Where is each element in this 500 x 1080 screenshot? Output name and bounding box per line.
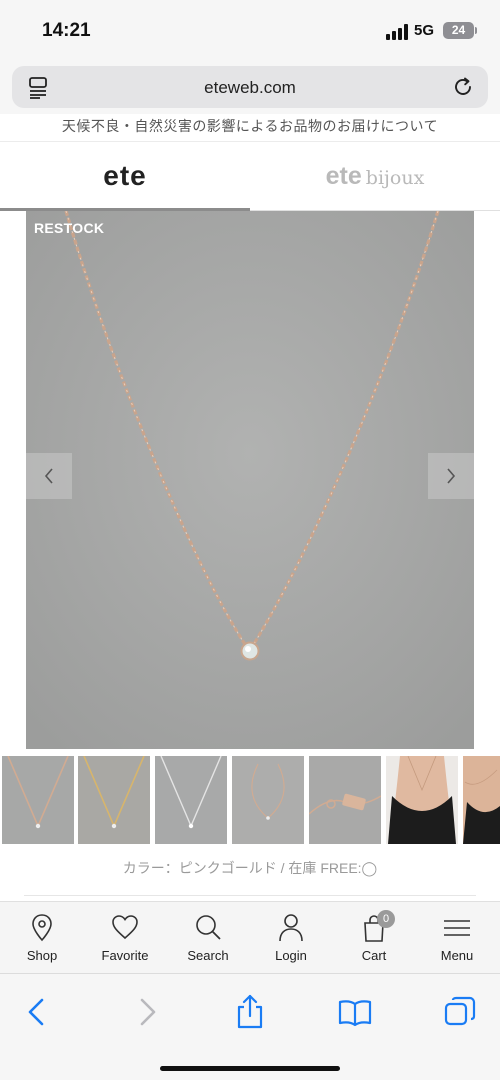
battery-tip [475,27,477,34]
nav-search-label: Search [187,948,229,963]
bookmarks-icon[interactable] [337,994,373,1030]
bottom-nav: Shop Favorite Search Login 0 Cart Menu [0,901,500,973]
thumbnail-image [386,756,458,844]
home-indicator [160,1066,340,1071]
forward-icon[interactable] [128,994,164,1030]
thumbnail-full-chain[interactable] [232,756,304,844]
cellular-signal-icon [386,24,410,40]
notice-text[interactable]: 天候不良・自然災害の影響によるお品物のお届けについて [0,116,500,136]
reload-icon[interactable] [452,76,474,98]
thumbnail-image [155,756,227,844]
next-image-button[interactable] [428,453,474,499]
nav-login-label: Login [275,948,307,963]
nav-cart[interactable]: 0 Cart [334,902,414,974]
divider [24,895,476,896]
location-pin-icon [32,914,52,942]
thumbnail-strip [0,756,500,844]
back-icon[interactable] [20,994,56,1030]
nav-login[interactable]: Login [251,902,331,974]
chevron-right-icon [447,468,456,484]
thumbnail-yellow-gold[interactable] [78,756,150,844]
battery-icon: 24 [443,22,474,39]
tab-bijoux-brand: ete [325,162,362,190]
product-main-image[interactable]: RESTOCK [26,211,474,749]
search-icon [196,915,221,940]
notice-banner[interactable]: 天候不良・自然災害の影響によるお品物のお届けについて [0,114,500,142]
share-icon[interactable] [232,994,268,1030]
address-bar[interactable]: eteweb.com [12,66,488,108]
hamburger-menu-icon [444,920,470,936]
tabs-icon[interactable] [442,994,478,1030]
address-area: eteweb.com [0,62,500,120]
thumbnail-image [309,756,381,844]
thumbnail-silver[interactable] [155,756,227,844]
thumbnail-image [463,756,500,844]
nav-favorite-label: Favorite [101,948,149,963]
thumbnail-model-closeup[interactable] [463,756,500,844]
nav-cart-label: Cart [361,948,387,963]
nav-shop[interactable]: Shop [2,902,82,974]
network-type: 5G [414,22,435,39]
nav-menu[interactable]: Menu [417,902,497,974]
safari-toolbar [0,973,500,1080]
thumbnail-clasp-detail[interactable] [309,756,381,844]
status-time: 14:21 [42,20,91,41]
tab-ete-bijoux[interactable]: ete bijoux [250,143,500,211]
url-text[interactable]: eteweb.com [12,78,488,98]
heart-icon [112,915,138,940]
tab-bijoux-suffix: bijoux [365,167,425,189]
tab-ete[interactable]: ete [0,143,250,211]
chevron-left-icon [44,468,53,484]
thumbnail-image [78,756,150,844]
color-stock-info: カラー：ピンクゴールド / 在庫 FREE:◯ [122,860,378,876]
nav-search[interactable]: Search [168,902,248,974]
thumbnail-pink-gold[interactable] [2,756,74,844]
status-bar: 14:21 5G 24 [0,0,500,62]
restock-badge: RESTOCK [34,220,105,236]
necklace-photo [26,211,474,749]
thumbnail-model-worn[interactable] [386,756,458,844]
thumbnail-image [2,756,74,844]
thumbnail-image [232,756,304,844]
brand-tabs: ete ete bijoux [0,143,500,211]
nav-favorite[interactable]: Favorite [85,902,165,974]
prev-image-button[interactable] [26,453,72,499]
user-icon [279,914,303,942]
cart-count-badge: 0 [377,910,395,928]
nav-menu-label: Menu [440,948,474,963]
nav-shop-label: Shop [26,948,58,963]
